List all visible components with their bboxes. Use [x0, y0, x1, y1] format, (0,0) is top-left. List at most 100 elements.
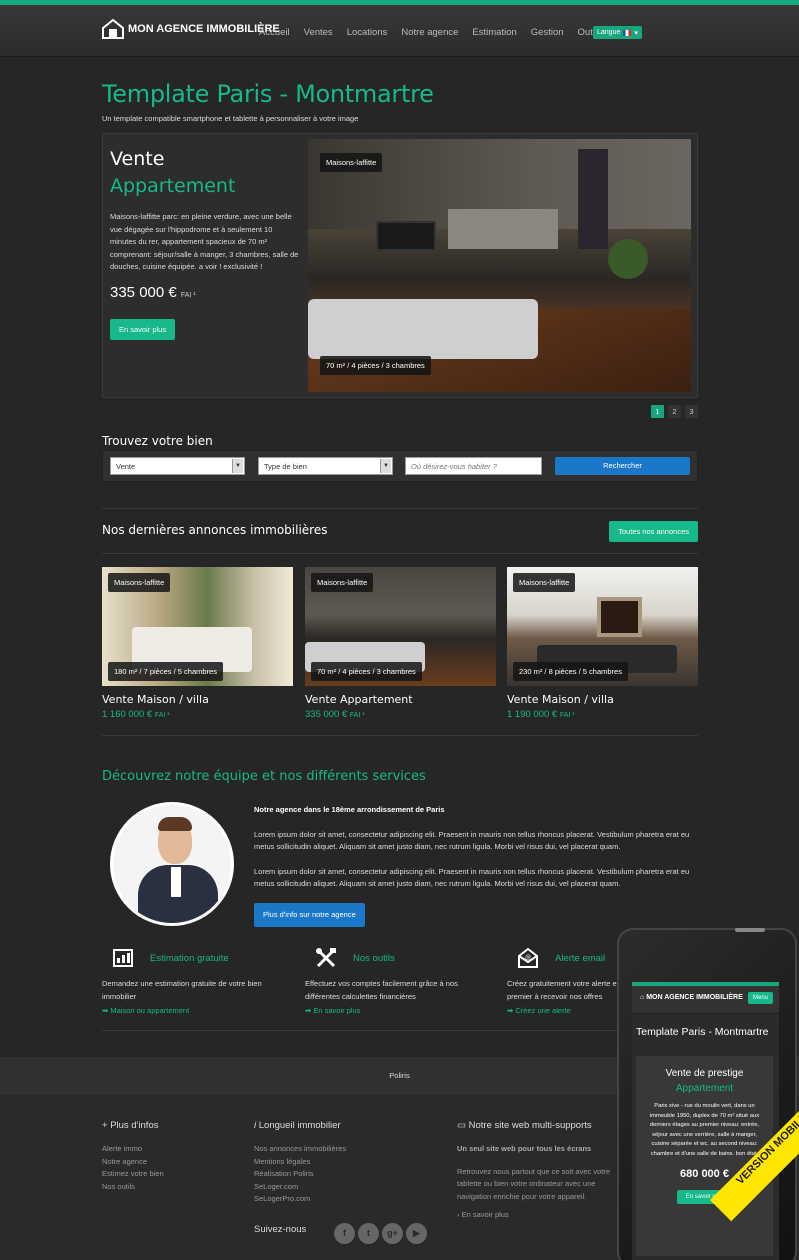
slide-price: 335 000 € FAI ¹ — [110, 284, 300, 301]
footer-link[interactable]: Mentions légales — [254, 1156, 427, 1169]
property-type-select[interactable]: Type de bien ▼ — [258, 457, 393, 475]
footer-link[interactable]: Nos annonces immobilières — [254, 1143, 427, 1156]
footer-link[interactable]: Réalisation Poliris — [254, 1168, 427, 1181]
footer-bold-text: Un seul site web pour tous les écrans — [457, 1144, 592, 1153]
service-link-label: Maison ou appartement — [110, 1006, 190, 1015]
listing-price-value: 335 000 € — [305, 709, 348, 720]
service-link[interactable]: ➡ Créez une alerte — [507, 1006, 571, 1015]
transaction-select[interactable]: Vente ▼ — [110, 457, 245, 475]
language-label: Langue — [597, 29, 621, 36]
listing-price: 1 190 000 € FAI ¹ — [507, 709, 698, 720]
slide-description: Maisons-laffitte parc: en pleine verdure… — [110, 212, 299, 271]
slide-more-button[interactable]: En savoir plus — [110, 318, 176, 340]
listing-photo[interactable]: Maisons-laffitte 230 m² / 8 pièces / 5 c… — [507, 567, 698, 686]
footer-more-link[interactable]: › En savoir plus — [457, 1209, 627, 1222]
listings-title: Nos dernières annonces immobilières — [102, 523, 328, 537]
footer-link[interactable]: Alerte immo — [102, 1143, 164, 1156]
nav-locations[interactable]: Locations — [347, 27, 388, 38]
mobile-menu-button[interactable]: Menu — [747, 992, 773, 1004]
slider-pager: 1 2 3 — [651, 405, 698, 418]
footer-link[interactable]: SeLogerPro.com — [254, 1193, 427, 1206]
location-input[interactable]: Où désirez-vous habiter ? — [405, 457, 542, 475]
service-title[interactable]: Estimation gratuite — [150, 953, 229, 964]
footer-more-link-label: En savoir plus — [461, 1210, 509, 1219]
search-button[interactable]: Rechercher — [555, 457, 690, 475]
footer-col-title: ▭ Notre site web multi-supports — [457, 1120, 627, 1131]
footer-link[interactable]: Notre agence — [102, 1156, 164, 1169]
main-content: Template Paris - Montmartre Un template … — [102, 80, 698, 1031]
listing-photo[interactable]: Maisons-laffitte 180 m² / 7 pièces / 5 c… — [102, 567, 293, 686]
footer-link[interactable]: Estimez votre bien — [102, 1168, 164, 1181]
listing-details-tag: 180 m² / 7 pièces / 5 chambres — [108, 662, 223, 681]
mobile-featured-type: Vente de prestige — [665, 1068, 744, 1079]
search-bar: Vente ▼ Type de bien ▼ Où désirez-vous hab… — [102, 450, 698, 482]
mobile-featured-subtype: Appartement — [675, 1083, 734, 1094]
mobile-logo[interactable]: ⌂ MON AGENCE IMMOBILIÈRE — [640, 994, 743, 1001]
page-title: Template Paris - Montmartre — [102, 80, 434, 108]
footer-link[interactable]: SeLoger.com — [254, 1181, 427, 1194]
listing-location-tag: Maisons-laffitte — [108, 573, 171, 592]
team-title: Découvrez notre équipe et nos différents… — [102, 769, 426, 784]
listing-card[interactable]: Maisons-laffitte 70 m² / 4 pièces / 3 ch… — [305, 567, 496, 720]
footer-col-title-text: Plus d'infos — [110, 1120, 159, 1131]
pager-2[interactable]: 2 — [668, 405, 681, 418]
featured-slider: Vente Appartement Maisons-laffitte parc:… — [102, 133, 698, 398]
slide-info: Vente Appartement Maisons-laffitte parc:… — [110, 148, 300, 340]
listing-title[interactable]: Vente Maison / villa — [507, 693, 698, 706]
footer-col-title-text: Longueil immobilier — [258, 1120, 341, 1131]
mobile-featured-desc: Paris xive - rue du moulin vert, dans un… — [649, 1103, 760, 1157]
footer-col-title-text: Notre site web multi-supports — [468, 1120, 592, 1131]
service-link[interactable]: ➡ En savoir plus — [305, 1006, 360, 1015]
tools-icon — [316, 948, 336, 968]
listing-title[interactable]: Vente Maison / villa — [102, 693, 293, 706]
all-listings-button[interactable]: Toutes nos annonces — [609, 521, 698, 542]
listing-card[interactable]: Maisons-laffitte 180 m² / 7 pièces / 5 c… — [102, 567, 293, 720]
mobile-screen: ⌂ MON AGENCE IMMOBILIÈRE Menu Template P… — [632, 982, 779, 1260]
youtube-icon[interactable]: ▶ — [406, 1222, 427, 1244]
estimation-icon — [113, 949, 133, 967]
phone-button — [735, 928, 765, 932]
twitter-icon[interactable]: t — [358, 1222, 379, 1244]
facebook-icon[interactable]: f — [334, 1222, 355, 1244]
listing-price: 335 000 € FAI ¹ — [305, 709, 496, 720]
service-description: Demandez une estimation gratuite de votr… — [102, 979, 262, 1001]
transaction-select-value: Vente — [116, 462, 136, 471]
slide-subtype: Appartement — [110, 175, 236, 197]
slide-photo[interactable]: Maisons-laffitte 70 m² / 4 pièces / 3 ch… — [308, 139, 691, 392]
team-text: Notre agence dans le 18ème arrondissemen… — [254, 804, 694, 927]
nav-gestion[interactable]: Gestion — [531, 27, 564, 38]
google-plus-icon[interactable]: g+ — [382, 1222, 403, 1244]
nav-ventes[interactable]: Ventes — [304, 27, 333, 38]
listing-card[interactable]: Maisons-laffitte 230 m² / 8 pièces / 5 c… — [507, 567, 698, 720]
service-title[interactable]: Alerte email — [555, 953, 605, 964]
pager-1[interactable]: 1 — [651, 405, 664, 418]
logo[interactable]: MON AGENCE IMMOBILIÈRE — [102, 19, 280, 39]
house-logo-icon — [102, 19, 124, 39]
logo-text: MON AGENCE IMMOBILIÈRE — [128, 23, 280, 35]
listing-title[interactable]: Vente Appartement — [305, 693, 496, 706]
header: MON AGENCE IMMOBILIÈRE Accueil Ventes Lo… — [0, 5, 799, 57]
service-title[interactable]: Nos outils — [353, 953, 395, 964]
chevron-down-icon: ▾ — [634, 29, 638, 37]
service-link[interactable]: ➡ Maison ou appartement — [102, 1006, 189, 1015]
listing-location-tag: Maisons-laffitte — [513, 573, 576, 592]
footer-link[interactable]: Nos outils — [102, 1181, 164, 1194]
footer-credit-text[interactable]: Poliris — [389, 1071, 409, 1080]
team-paragraph-2: Lorem ipsum dolor sit amet, consectetur … — [254, 866, 690, 889]
agency-info-button[interactable]: Plus d'info sur notre agence — [254, 902, 365, 927]
slide-price-fai: FAI ¹ — [180, 291, 196, 299]
nav-estimation[interactable]: Estimation — [472, 27, 516, 38]
nav-accueil[interactable]: Accueil — [259, 27, 290, 38]
listing-photo[interactable]: Maisons-laffitte 70 m² / 4 pièces / 3 ch… — [305, 567, 496, 686]
main-nav: Accueil Ventes Locations Notre agence Es… — [259, 27, 602, 38]
listing-price-fai: FAI ¹ — [154, 712, 170, 719]
language-selector[interactable]: Langue ▾ — [593, 26, 642, 39]
nav-notre-agence[interactable]: Notre agence — [401, 27, 458, 38]
listing-price-fai: FAI ¹ — [349, 712, 365, 719]
team-paragraph-1: Lorem ipsum dolor sit amet, consectetur … — [254, 829, 690, 852]
slide-location-tag: Maisons-laffitte — [320, 153, 383, 172]
social-links: f t g+ ▶ — [334, 1222, 427, 1244]
chevron-down-icon: ▼ — [232, 459, 243, 473]
service-link-label: Créez une alerte — [515, 1006, 571, 1015]
pager-3[interactable]: 3 — [685, 405, 698, 418]
